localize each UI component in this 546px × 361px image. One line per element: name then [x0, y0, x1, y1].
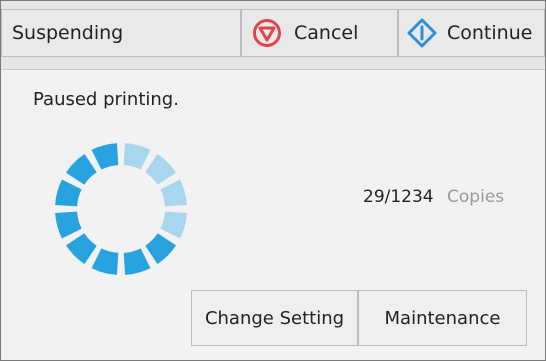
spinner-segment	[55, 179, 82, 207]
continue-diamond-icon	[407, 18, 437, 48]
spinner-segment	[91, 143, 119, 170]
spinner-segment	[160, 211, 187, 239]
print-status-screen: Suspending Cancel Continue Paused printi…	[0, 0, 546, 361]
spinner-segment	[55, 211, 82, 239]
maintenance-label: Maintenance	[384, 307, 501, 329]
header-bar: Suspending Cancel Continue	[1, 1, 545, 70]
maintenance-button[interactable]: Maintenance	[358, 290, 527, 346]
spinner-segment	[91, 248, 119, 275]
copies-counter: 29/1234 Copies	[363, 187, 504, 207]
spinner-segment	[123, 143, 151, 170]
stop-icon	[253, 19, 281, 47]
spinner-segment	[123, 248, 151, 275]
status-label: Suspending	[12, 22, 124, 44]
spinner-segment	[145, 153, 177, 185]
copies-unit-label: Copies	[447, 187, 505, 207]
spinner-segment	[145, 233, 177, 265]
status-message: Paused printing.	[33, 89, 179, 110]
spinner-segment	[65, 233, 97, 265]
spinner-segment	[65, 153, 97, 185]
status-label-box: Suspending	[1, 9, 241, 57]
change-setting-label: Change Setting	[204, 307, 345, 329]
cancel-label: Cancel	[294, 22, 359, 44]
continue-label: Continue	[447, 22, 533, 44]
copies-count: 29/1234	[363, 187, 434, 207]
progress-spinner-icon	[55, 143, 187, 275]
cancel-button[interactable]: Cancel	[241, 9, 398, 57]
spinner-segment	[160, 179, 187, 207]
continue-button[interactable]: Continue	[398, 9, 545, 57]
change-setting-button[interactable]: Change Setting	[191, 290, 358, 346]
